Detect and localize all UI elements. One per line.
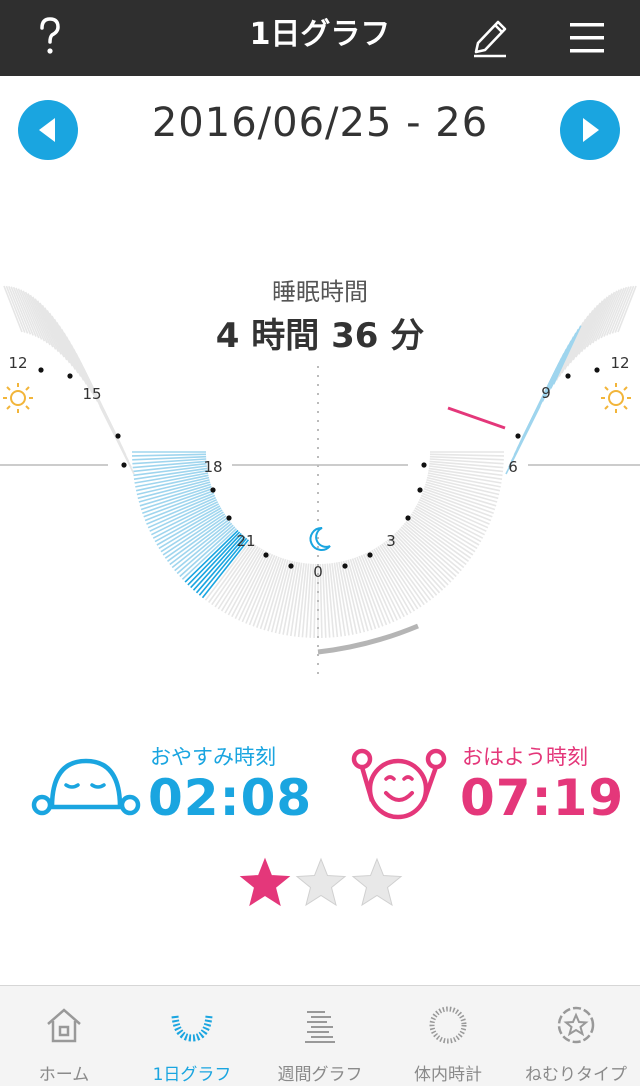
hour-label-9: 9 bbox=[541, 384, 551, 402]
bottom-navigation: ホーム 1日グラフ 週間グラフ 体内時計 ねむりタイプ bbox=[0, 985, 640, 1086]
sleep-duration-label: 睡眠時間 bbox=[272, 278, 368, 306]
hour-label-15: 15 bbox=[82, 385, 101, 403]
week-graph-icon bbox=[305, 1011, 335, 1043]
sleep-duration-value: 4 時間 36 分 bbox=[215, 316, 425, 356]
top-bar: 1日グラフ bbox=[0, 0, 640, 76]
sleep-rating bbox=[236, 852, 406, 912]
hour-label-6: 6 bbox=[508, 458, 518, 476]
wake-time-marker bbox=[447, 406, 506, 430]
sun-icon-left bbox=[3, 383, 33, 413]
hour-dot bbox=[38, 367, 44, 373]
hour-dot bbox=[594, 367, 600, 373]
date-range: 2016/06/25 - 26 bbox=[151, 100, 489, 146]
band-tick bbox=[429, 453, 505, 457]
arrow-right-icon bbox=[583, 118, 599, 142]
hour-dot bbox=[226, 515, 232, 521]
hour-dot bbox=[288, 563, 294, 569]
nav-sleep-type-label: ねむりタイプ bbox=[525, 1065, 627, 1085]
hour-dot bbox=[421, 462, 427, 468]
hour-dot bbox=[367, 552, 373, 558]
star-empty-icon bbox=[296, 858, 346, 906]
date-navigation: 2016/06/25 - 26 bbox=[0, 92, 640, 172]
nav-home[interactable]: ホーム bbox=[0, 986, 128, 1086]
hour-dot bbox=[121, 462, 127, 468]
hour-label-18: 18 bbox=[203, 458, 222, 476]
hour-dot bbox=[515, 433, 521, 439]
sleeping-face-icon bbox=[31, 758, 141, 816]
nav-day-graph-label: 1日グラフ bbox=[152, 1065, 232, 1085]
home-icon bbox=[47, 1008, 81, 1043]
nav-week-graph[interactable]: 週間グラフ bbox=[256, 986, 384, 1086]
hour-dot bbox=[405, 515, 411, 521]
bedtime-value: 02:08 bbox=[148, 769, 313, 827]
nav-week-graph-label: 週間グラフ bbox=[277, 1065, 363, 1085]
sun-icon-right bbox=[601, 383, 631, 413]
pencil-icon[interactable] bbox=[462, 10, 518, 66]
star-empty-icon bbox=[352, 858, 402, 906]
wakeup-label: おはよう時刻 bbox=[462, 745, 588, 769]
wakeup-block: おはよう時刻 07:19 bbox=[350, 735, 630, 835]
hour-dot bbox=[115, 433, 121, 439]
hamburger-menu-icon[interactable] bbox=[560, 10, 616, 66]
moon-icon bbox=[309, 526, 331, 551]
bedtime-label: おやすみ時刻 bbox=[150, 745, 276, 769]
band-tick bbox=[99, 405, 135, 475]
nav-home-label: ホーム bbox=[38, 1065, 90, 1085]
hour-dot bbox=[342, 563, 348, 569]
hour-label-0: 0 bbox=[313, 563, 323, 581]
hour-label-3: 3 bbox=[386, 532, 396, 550]
hour-dot bbox=[263, 552, 269, 558]
bedtime-block: おやすみ時刻 02:08 bbox=[30, 735, 311, 835]
hour-dot bbox=[565, 373, 571, 379]
star-filled-icon bbox=[240, 858, 290, 906]
waking-face-icon bbox=[351, 748, 447, 820]
body-clock-icon bbox=[429, 1006, 467, 1044]
wakeup-value: 07:19 bbox=[460, 769, 625, 827]
hour-label-21: 21 bbox=[236, 532, 255, 550]
nav-body-clock[interactable]: 体内時計 bbox=[384, 986, 512, 1086]
page-title: 1日グラフ bbox=[249, 17, 391, 52]
band-tick bbox=[131, 453, 207, 457]
hour-dot bbox=[67, 373, 73, 379]
nav-day-graph[interactable]: 1日グラフ bbox=[128, 986, 256, 1086]
hour-dot bbox=[210, 487, 216, 493]
nav-body-clock-label: 体内時計 bbox=[414, 1065, 482, 1085]
hour-dot bbox=[417, 487, 423, 493]
day-graph-icon bbox=[171, 1015, 213, 1042]
next-day-button[interactable] bbox=[560, 100, 620, 160]
nav-sleep-type[interactable]: ねむりタイプ bbox=[512, 986, 640, 1086]
sleep-type-icon bbox=[557, 1006, 595, 1044]
